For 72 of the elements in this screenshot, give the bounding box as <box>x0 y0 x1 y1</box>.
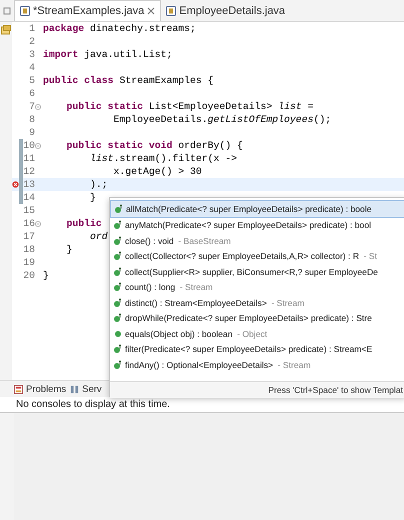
line-number: 3 <box>28 48 35 61</box>
completion-item[interactable]: anyMatch(Predicate<? super EmployeeDetails> predicate) : bool <box>110 218 404 233</box>
completion-item[interactable]: collect(Collector<? super EmployeeDetails,A,R> collector) : R - St <box>110 248 404 264</box>
package-icon[interactable] <box>1 25 11 35</box>
code-line: ).; <box>89 178 108 191</box>
line-number: 16 <box>23 217 35 230</box>
method-icon <box>113 282 123 292</box>
line-number: 6 <box>28 87 35 100</box>
code-line: package dinatechy.streams; <box>42 22 196 35</box>
line-number: 8 <box>28 113 35 126</box>
editor-tab[interactable]: *StreamExamples.java <box>14 0 162 21</box>
completion-item[interactable]: close() : void - BaseStream <box>110 233 404 248</box>
code-line: public class StreamExamples { <box>42 74 214 87</box>
method-icon <box>113 344 123 354</box>
method-icon <box>113 266 123 277</box>
line-number: 14 <box>23 191 35 204</box>
hint-text: Press 'Ctrl+Space' to show Templat <box>110 380 404 398</box>
code-line: list.stream().filter(x -> <box>89 152 238 165</box>
completion-item[interactable]: collect(Supplier<R> supplier, BiConsumer<R,? super EmployeeDe <box>110 264 404 280</box>
fold-icon[interactable] <box>35 220 41 226</box>
completion-item[interactable]: distinct() : Stream<EmployeeDetails> - Stream <box>110 295 404 310</box>
console-tab[interactable]: Problems <box>14 384 66 394</box>
console-tab[interactable]: Serv <box>70 384 102 394</box>
servers-icon <box>70 384 80 394</box>
code-line: EmployeeDetails.getListOfEmployees(); <box>112 113 332 126</box>
method-icon <box>113 298 123 308</box>
code-line: import java.util.List; <box>42 48 172 61</box>
code-line: } <box>89 191 96 204</box>
console-message: No consoles to display at this time. <box>0 397 404 413</box>
method-icon <box>113 313 123 324</box>
line-number: 15 <box>23 204 35 217</box>
code-line: public static List<EmployeeDetails> list = <box>66 100 314 113</box>
problems-icon <box>14 384 23 394</box>
code-line: } <box>42 269 49 282</box>
completion-item[interactable]: dropWhile(Predicate<? super EmployeeDetails> predicate) : Stre <box>110 310 404 326</box>
line-number: 17 <box>23 230 35 243</box>
completion-item[interactable]: filter(Predicate<? super EmployeeDetails> predicate) : Stream<E <box>110 342 404 357</box>
line-number: 2 <box>28 35 35 48</box>
code-line: ord <box>89 230 108 243</box>
completion-item[interactable]: count() : long - Stream <box>110 280 404 295</box>
line-number: 7 <box>28 100 35 113</box>
fold-icon[interactable] <box>35 142 41 148</box>
line-number: 9 <box>28 126 35 139</box>
line-number: 13 <box>23 178 35 191</box>
line-number: 5 <box>28 74 35 87</box>
code-line: } <box>66 243 72 256</box>
completion-item[interactable]: findAny() : Optional<EmployeeDetails> - Stream <box>110 357 404 372</box>
method-icon <box>113 328 123 339</box>
completion-item[interactable]: equals(Object obj) : boolean - Object <box>110 326 404 342</box>
code-line: public <box>66 217 102 230</box>
line-number: 10 <box>23 139 35 152</box>
line-number: 12 <box>23 165 35 178</box>
editor-tab[interactable]: EmployeeDetails.java <box>161 0 290 21</box>
method-icon <box>113 360 123 370</box>
java-file-icon <box>166 6 176 16</box>
fold-icon[interactable] <box>35 104 41 110</box>
line-number: 11 <box>23 152 35 165</box>
code-line: x.getAge() > 30 <box>112 165 202 178</box>
line-number: 19 <box>23 256 35 269</box>
method-icon <box>114 204 124 214</box>
method-icon <box>113 220 123 230</box>
restore-icon[interactable] <box>3 6 11 14</box>
line-number: 18 <box>23 243 35 256</box>
line-number: 20 <box>23 269 35 282</box>
completion-item[interactable]: allMatch(Predicate<? super EmployeeDetails> predicate) : boole <box>110 200 404 218</box>
line-number: 4 <box>28 61 35 74</box>
method-icon <box>113 236 123 246</box>
method-icon <box>113 251 123 262</box>
code-line: public static void orderBy() { <box>66 139 243 152</box>
java-file-icon <box>20 6 30 16</box>
close-icon[interactable] <box>147 7 156 15</box>
line-number: 1 <box>28 22 35 35</box>
